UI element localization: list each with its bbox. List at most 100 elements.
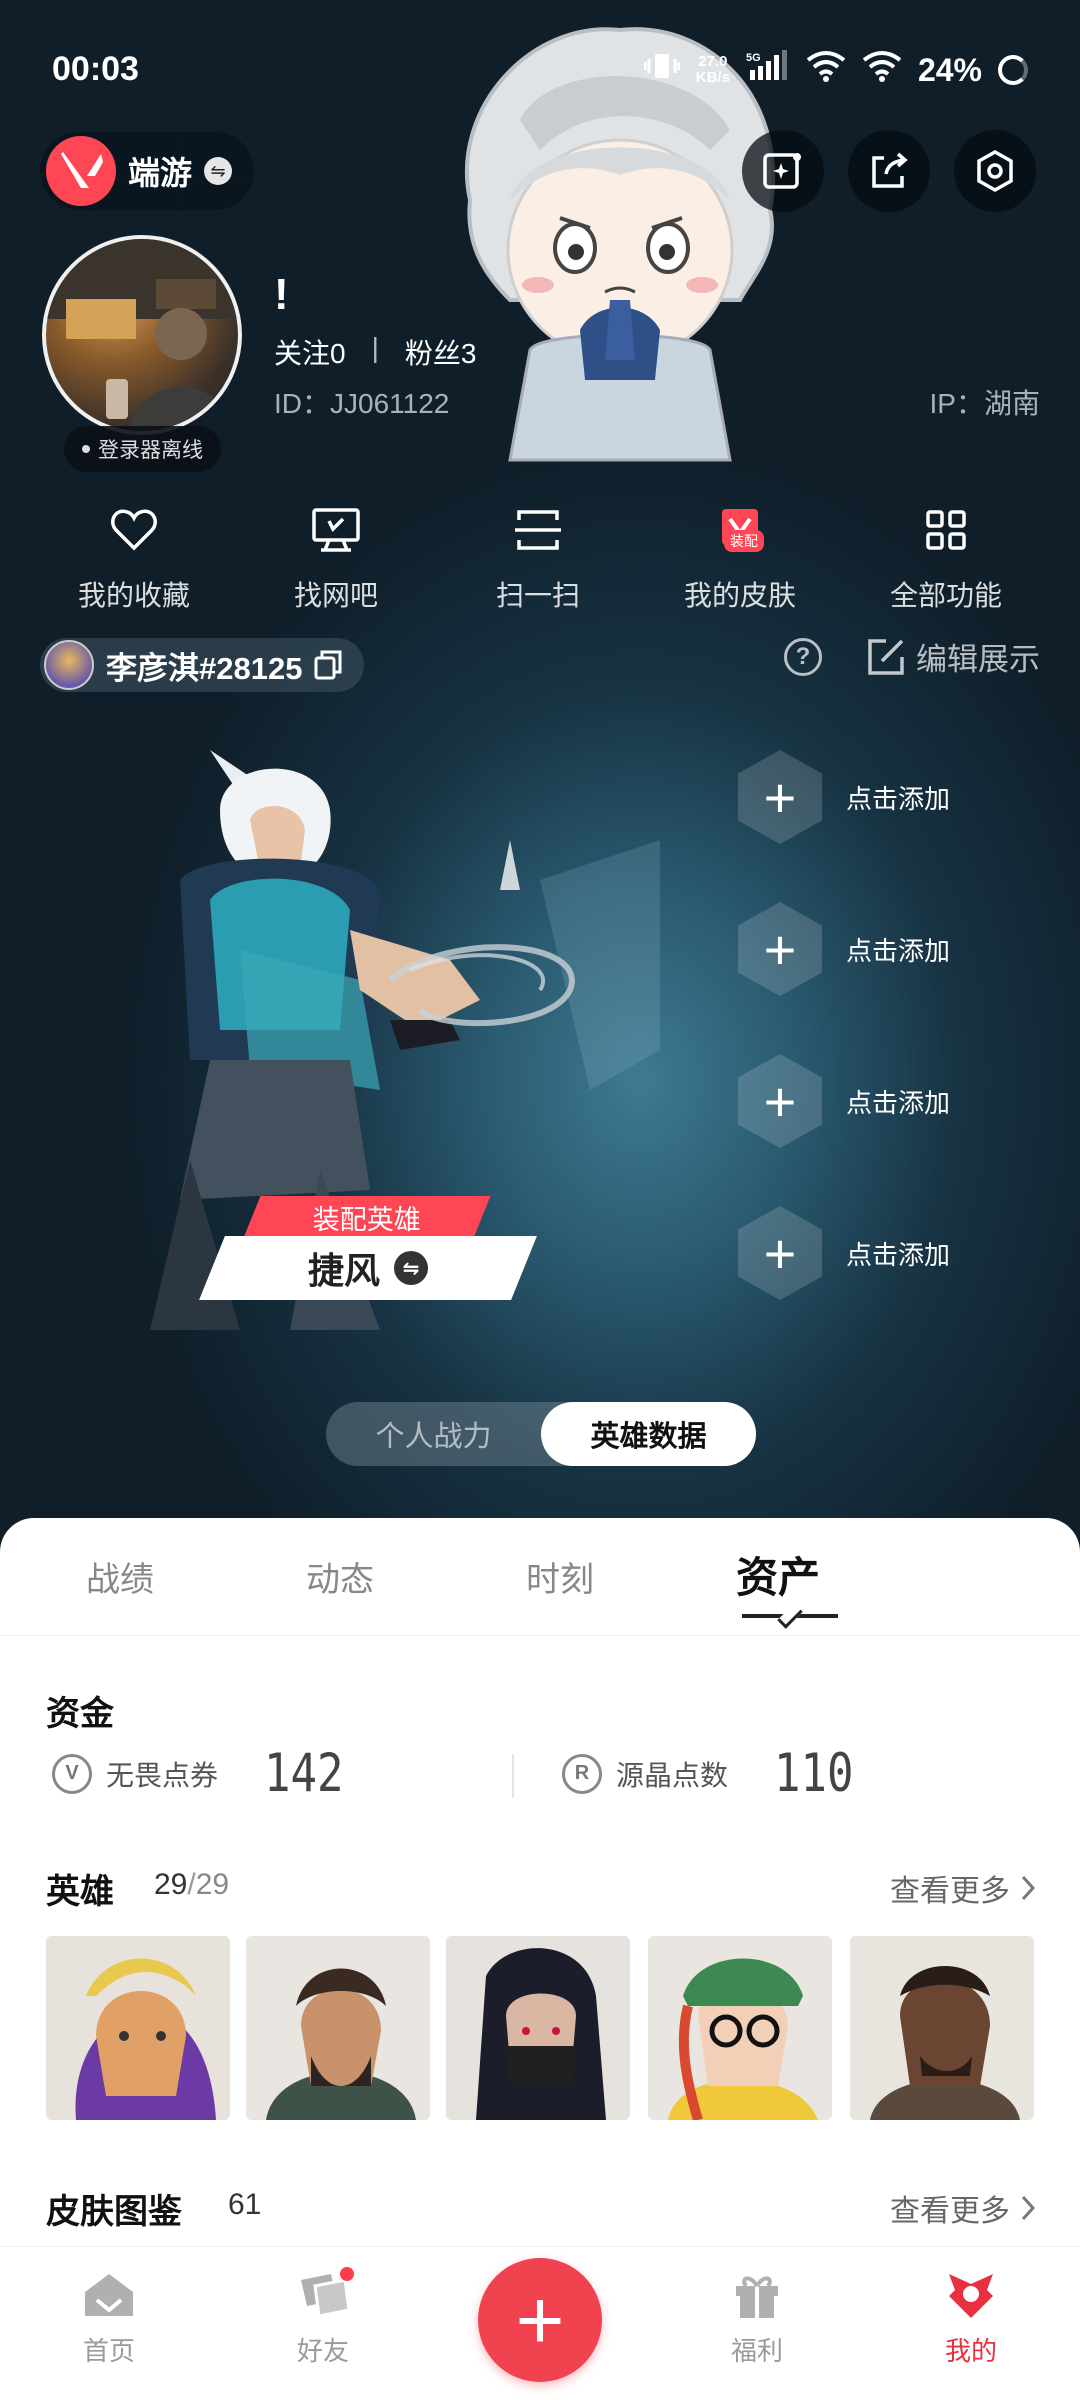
svg-text:5G: 5G: [746, 52, 761, 64]
create-post-button[interactable]: +: [478, 2258, 602, 2382]
chevron-right-icon: [1021, 1875, 1036, 1901]
fans-stat[interactable]: 粉丝3: [405, 332, 477, 372]
heroes-title: 英雄: [46, 1873, 114, 1911]
add-slot-label: 点击添加: [846, 1087, 951, 1118]
agent-name: 捷风: [307, 1250, 380, 1291]
fund-valorant-points: V 无畏点券 142: [52, 1743, 344, 1804]
copy-icon[interactable]: [314, 650, 342, 680]
status-bar: 00:03 27.0 KB/s 5G 24%: [0, 0, 1080, 120]
profile-hero: 00:03 27.0 KB/s 5G 24% 端游 ⇋ 登录器离线 ! 关注0 …: [0, 0, 1080, 1540]
fans-label: 粉丝: [404, 338, 461, 369]
see-more-label: 查看更多: [890, 1875, 1010, 1908]
nav-benefits[interactable]: 福利: [692, 2265, 822, 2368]
follow-stats: 关注0 | 粉丝3: [274, 332, 476, 372]
tab-feed[interactable]: 动态: [306, 1552, 374, 1601]
add-slot-4[interactable]: + 点击添加: [738, 1206, 998, 1300]
agent-name-box: 捷风 ⇋: [199, 1236, 537, 1300]
chevron-right-icon: [1021, 2195, 1036, 2221]
fund-value: 142: [264, 1742, 344, 1805]
plus-icon: +: [515, 2272, 565, 2367]
see-more-label: 查看更多: [890, 2195, 1010, 2228]
tab-records[interactable]: 战绩: [86, 1552, 154, 1601]
hero-thumb-3[interactable]: [446, 1936, 630, 2120]
launcher-status-text: 登录器离线: [98, 439, 203, 462]
shortcut-favorites[interactable]: 我的收藏: [44, 500, 224, 614]
tab-moments[interactable]: 时刻: [526, 1552, 594, 1601]
shortcut-label: 我的收藏: [77, 580, 190, 611]
segment-personal-power[interactable]: 个人战力: [326, 1402, 541, 1466]
nav-home[interactable]: 首页: [44, 2265, 174, 2368]
heroes-slash: /: [187, 1868, 196, 1901]
fans-count: 3: [460, 338, 477, 369]
sparkle-post-button[interactable]: [742, 130, 824, 212]
add-slot-3[interactable]: + 点击添加: [738, 1054, 998, 1148]
notification-dot: [338, 2265, 356, 2283]
shortcut-my-skins[interactable]: 装配 我的皮肤: [650, 500, 830, 614]
status-icons: 27.0 KB/s 5G 24%: [643, 50, 1028, 90]
net-speed: 27.0 KB/s: [695, 53, 730, 86]
wifi-icon-secondary: [862, 50, 902, 90]
share-button[interactable]: [848, 130, 930, 212]
add-slot-2[interactable]: + 点击添加: [738, 902, 998, 996]
avatar[interactable]: [42, 235, 242, 435]
nav-friends[interactable]: 好友: [258, 2265, 388, 2368]
plus-icon: +: [738, 1054, 822, 1148]
riot-id: 李彦淇#28125: [106, 650, 303, 686]
settings-button[interactable]: [954, 130, 1036, 212]
cell-signal-icon: 5G: [746, 50, 790, 90]
battery-text: 24%: [917, 51, 982, 88]
tab-assets[interactable]: 资产: [736, 1544, 820, 1605]
fund-label: 无畏点券: [106, 1759, 219, 1791]
nav-label: 好友: [296, 2336, 349, 2366]
vibrate-icon: [643, 51, 681, 89]
user-id: ID：JJ061122: [274, 388, 450, 419]
hero-thumb-4[interactable]: [648, 1936, 832, 2120]
player-card-icon: [44, 640, 94, 690]
ip-location: IP：湖南: [929, 388, 1040, 419]
grid-icon: [926, 510, 966, 550]
skins-see-more[interactable]: 查看更多: [890, 2186, 1036, 2230]
equipped-agent-banner[interactable]: 装配英雄 捷风 ⇋: [199, 1196, 537, 1300]
shortcut-scan[interactable]: 扫一扫: [448, 500, 628, 614]
nav-me[interactable]: 我的: [906, 2265, 1036, 2368]
add-slot-label: 点击添加: [846, 1239, 951, 1270]
following-stat[interactable]: 关注0: [274, 332, 346, 372]
shortcut-find-cafe[interactable]: 找网吧: [246, 500, 426, 614]
game-switcher[interactable]: 端游 ⇋: [40, 132, 255, 210]
nav-label: 首页: [82, 2336, 135, 2366]
add-slot-1[interactable]: + 点击添加: [738, 750, 998, 844]
heroes-see-more[interactable]: 查看更多: [890, 1866, 1036, 1910]
plus-icon: +: [738, 1206, 822, 1300]
help-icon[interactable]: ?: [784, 638, 822, 676]
following-label: 关注: [274, 338, 331, 369]
switch-agent-icon: ⇋: [394, 1251, 428, 1285]
valorant-logo-icon: [46, 136, 116, 206]
plus-icon: +: [738, 750, 822, 844]
stat-separator: |: [371, 332, 379, 363]
heart-icon: [111, 509, 157, 551]
hero-thumb-2[interactable]: [246, 1936, 430, 2120]
nav-label: 我的: [944, 2336, 997, 2366]
heroes-total: 29: [195, 1868, 230, 1901]
status-dot: [82, 445, 90, 453]
shortcut-label: 找网吧: [293, 580, 378, 611]
radianite-points-icon: R: [562, 1753, 602, 1794]
fund-divider: [512, 1754, 514, 1798]
equip-tag: 装配: [724, 530, 764, 552]
hero-thumb-1[interactable]: [46, 1936, 230, 2120]
sparkle-icon: [763, 153, 801, 189]
wifi-icon: [806, 50, 846, 90]
gift-icon: [736, 2276, 778, 2318]
share-icon: [872, 152, 908, 188]
riot-id-pill[interactable]: 李彦淇#28125: [40, 638, 365, 692]
shortcut-all-features[interactable]: 全部功能: [856, 500, 1036, 614]
edit-display-label: 编辑展示: [916, 642, 1040, 677]
segment-hero-data[interactable]: 英雄数据: [541, 1402, 756, 1466]
equip-label-box: 装配英雄: [243, 1196, 491, 1238]
funds-title: 资金: [46, 1695, 114, 1733]
edit-display-button[interactable]: 编辑展示: [866, 634, 1040, 679]
hero-thumb-5[interactable]: [850, 1936, 1034, 2120]
status-time: 00:03: [52, 50, 139, 88]
edit-icon: [868, 638, 904, 675]
content-tabs: 战绩 动态 时刻 资产: [0, 1518, 1080, 1636]
